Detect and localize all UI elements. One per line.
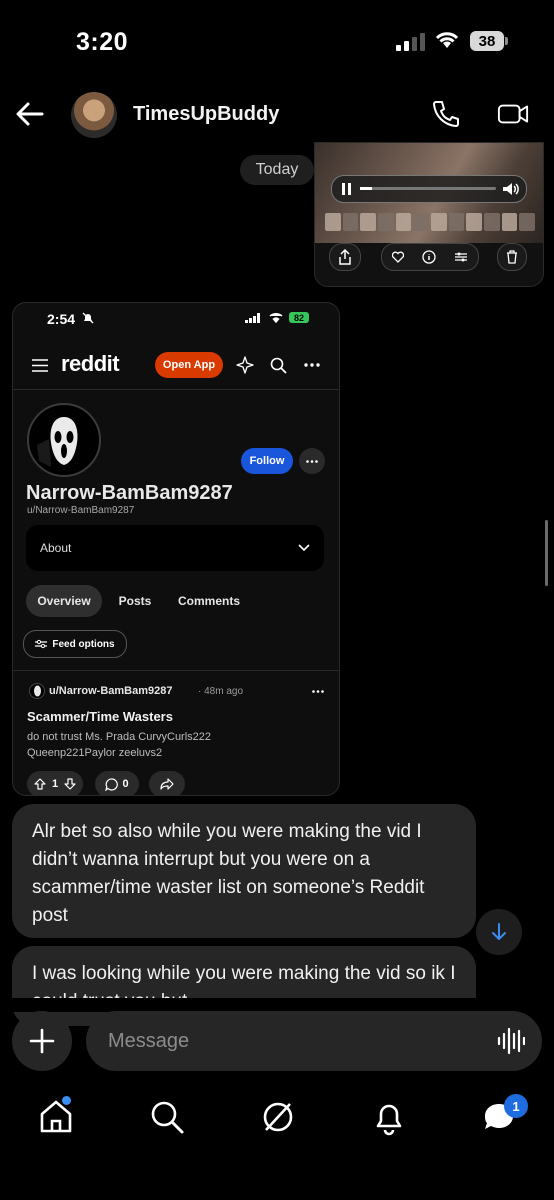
open-app-button[interactable]: Open App [155, 352, 223, 378]
message-input[interactable]: Message [86, 1011, 542, 1071]
vote-control[interactable]: 1 [27, 771, 83, 795]
info-icon[interactable] [422, 250, 436, 264]
contact-avatar[interactable] [71, 92, 117, 138]
pause-icon[interactable] [342, 183, 352, 195]
screenshot-battery: 82 [289, 312, 309, 323]
wifi-icon [435, 32, 459, 48]
follow-button[interactable]: Follow [241, 448, 293, 474]
battery-indicator: 38 [470, 31, 504, 51]
sparkle-icon[interactable] [236, 356, 254, 374]
feed-options-button[interactable]: Feed options [23, 630, 127, 658]
comment-bubble-icon [105, 777, 119, 791]
post-age: · 48m ago [198, 686, 244, 697]
adjust-icon[interactable] [454, 251, 468, 263]
more-options-icon[interactable] [304, 363, 320, 367]
message-list-clip [0, 998, 554, 1012]
tab-posts[interactable]: Posts [111, 585, 159, 617]
trash-icon [507, 250, 517, 264]
about-label: About [40, 541, 72, 555]
tab-overview[interactable]: Overview [26, 585, 102, 617]
add-attachment-button[interactable] [12, 1011, 72, 1071]
post-title[interactable]: Scammer/Time Wasters [27, 709, 173, 724]
arrow-down-icon [492, 923, 506, 940]
more-dots-icon [306, 459, 318, 463]
upvote-icon[interactable] [34, 778, 46, 790]
video-playback-bar[interactable] [331, 175, 527, 203]
tab-comments[interactable]: Comments [171, 585, 247, 617]
volume-icon[interactable] [502, 182, 520, 196]
battery-tip [505, 37, 508, 45]
contact-name[interactable]: TimesUpBuddy [133, 103, 279, 126]
upvote-count: 1 [51, 778, 59, 790]
search-icon[interactable] [270, 357, 287, 374]
reddit-logo[interactable]: reddit [61, 351, 120, 377]
about-dropdown[interactable]: About [26, 525, 324, 571]
message-bubble[interactable]: Alr bet so also while you were making th… [12, 804, 476, 938]
share-icon [339, 249, 351, 265]
screenshot-status-time: 2:54 [47, 311, 76, 327]
profile-more-button[interactable] [299, 448, 325, 474]
profile-avatar [27, 403, 101, 477]
cellular-signal-icon [396, 33, 425, 51]
profile-display-name: Narrow-BamBam9287 [26, 482, 233, 504]
delete-video-button[interactable] [497, 243, 527, 271]
video-actions-group[interactable] [381, 243, 479, 271]
post-body: do not trust Ms. Prada CurvyCurls222 Que… [27, 731, 212, 759]
heart-icon[interactable] [392, 251, 404, 263]
video-thumbnail-strip[interactable] [325, 213, 536, 231]
post-author-avatar-icon [29, 683, 45, 699]
profile-handle: u/Narrow-BamBam9287 [27, 505, 135, 516]
plus-icon [29, 1028, 55, 1054]
bell-muted-icon [82, 312, 94, 324]
search-nav-icon[interactable] [148, 1098, 186, 1136]
feed-options-label: Feed options [52, 638, 115, 650]
post-author[interactable]: u/Narrow-BamBam9287 [49, 685, 173, 697]
home-notification-dot [62, 1096, 71, 1105]
video-call-icon[interactable] [497, 98, 529, 130]
ghostface-mask-icon [37, 417, 78, 467]
post-more-icon[interactable] [312, 690, 324, 693]
back-arrow-icon[interactable] [14, 100, 46, 128]
explore-icon[interactable] [259, 1098, 297, 1136]
chat-unread-badge: 1 [504, 1094, 528, 1118]
comment-count: 0 [122, 778, 129, 790]
notifications-bell-icon[interactable] [370, 1098, 408, 1136]
date-divider: Today [240, 155, 314, 185]
comments-button[interactable]: 0 [95, 771, 139, 795]
section-divider [13, 670, 339, 671]
status-time: 3:20 [76, 28, 129, 56]
chevron-down-icon [298, 544, 310, 552]
reddit-screenshot-attachment[interactable]: 2:54 82 reddit Open App Follow Narrow-Ba… [12, 302, 340, 796]
post-share-button[interactable] [149, 771, 185, 795]
filter-icon [35, 639, 48, 649]
hamburger-menu-icon[interactable] [32, 359, 48, 372]
screenshot-signal-icon [245, 313, 260, 323]
scroll-to-bottom-button[interactable] [476, 909, 522, 955]
scrollbar[interactable] [545, 520, 548, 586]
nav-divider [13, 389, 339, 390]
phone-call-icon[interactable] [430, 98, 462, 130]
downvote-icon[interactable] [64, 778, 76, 790]
share-video-button[interactable] [329, 243, 361, 271]
video-message[interactable] [314, 142, 544, 287]
voice-message-icon[interactable] [497, 1027, 525, 1055]
video-scrubber[interactable] [360, 187, 496, 190]
screenshot-wifi-icon [269, 312, 283, 323]
share-arrow-icon [160, 778, 174, 790]
